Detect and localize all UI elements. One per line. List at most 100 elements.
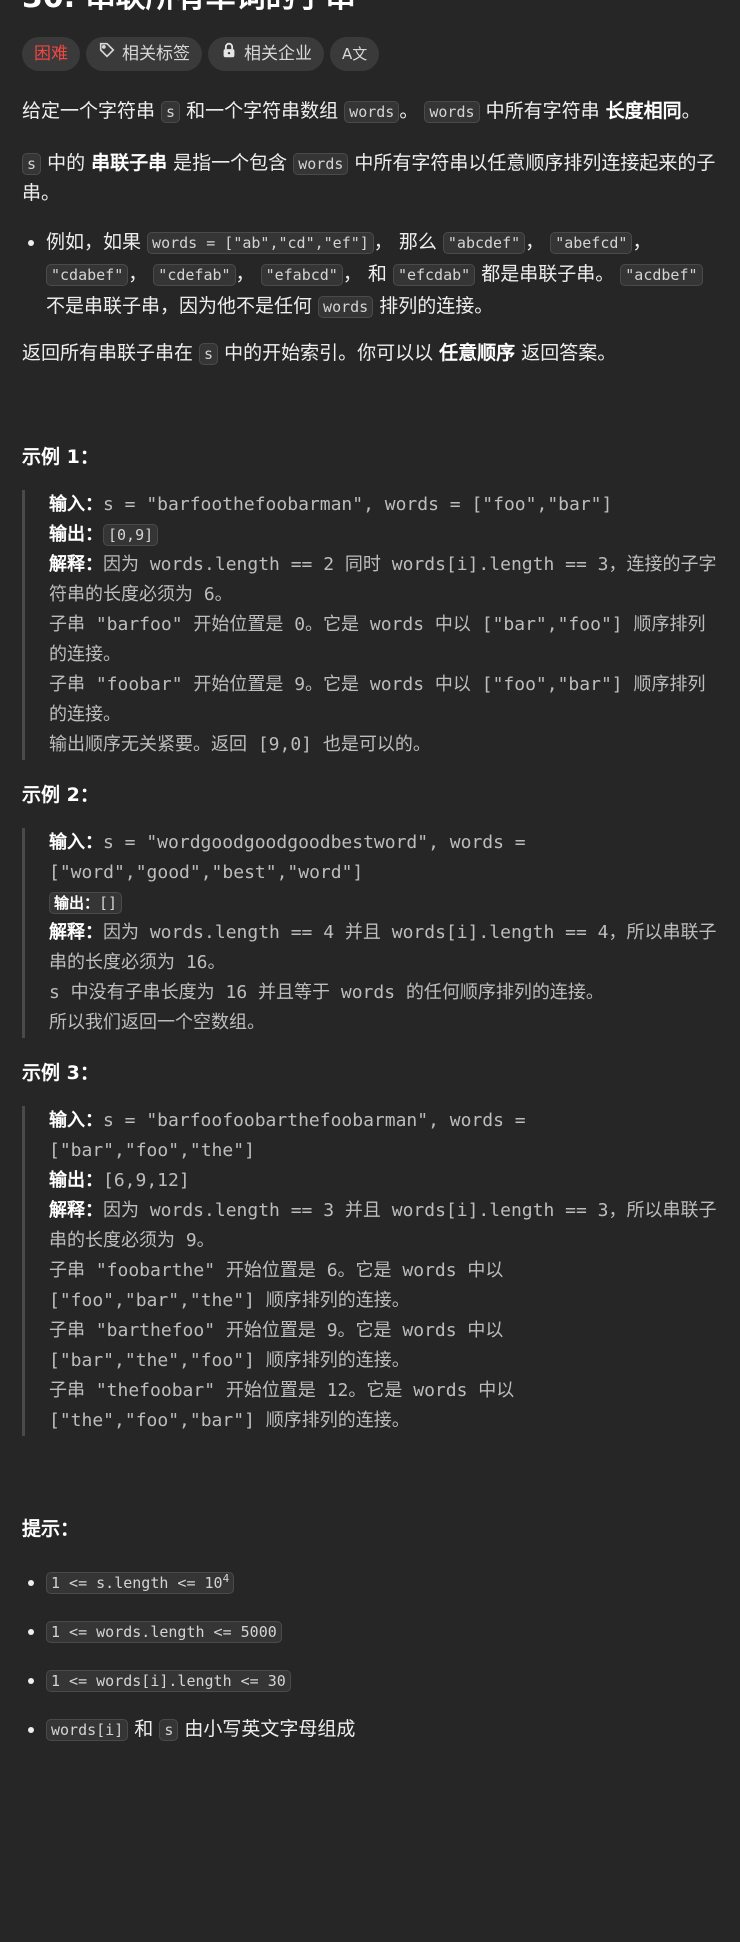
text: 中的开始索引。你可以以 xyxy=(218,342,440,364)
related-tags-label: 相关标签 xyxy=(122,44,190,64)
text: 排列的连接。 xyxy=(373,295,494,317)
inline-code: 1 <= s.length <= 104 xyxy=(46,1572,235,1594)
tag-icon xyxy=(98,39,116,69)
inline-code: words xyxy=(318,296,374,318)
difficulty-badge[interactable]: 困难 xyxy=(22,37,80,71)
inline-code: 1 <= words[i].length <= 30 xyxy=(46,1670,291,1692)
inline-code: words xyxy=(344,101,400,123)
hints-title: 提示： xyxy=(22,1518,80,1540)
text: 是指一个包含 xyxy=(167,152,294,174)
output-value: [0,9] xyxy=(103,524,159,546)
explain-line: 子串 "thefoobar" 开始位置是 12。它是 words 中以 ["th… xyxy=(49,1380,515,1431)
text: 给定一个字符串 xyxy=(22,100,162,122)
inline-code: "cdefab" xyxy=(153,264,236,286)
input-label: 输入： xyxy=(49,494,103,515)
hint-item: words[i] 和 s 由小写英文字母组成 xyxy=(46,1713,718,1745)
lock-icon xyxy=(220,39,238,69)
explain-label: 解释： xyxy=(49,1200,103,1221)
example-title: 示例 3： xyxy=(22,1062,99,1084)
explain-line: s 中没有子串长度为 16 并且等于 words 的任何顺序排列的连接。 xyxy=(49,982,604,1003)
description-paragraph: 给定一个字符串 s 和一个字符串数组 words。 words 中所有字符串 长… xyxy=(22,96,718,126)
inline-code: words[i] xyxy=(46,1719,129,1741)
bold-text: 串联子串 xyxy=(91,152,168,174)
list-item: 例如，如果 words = ["ab","cd","ef"]， 那么 "abcd… xyxy=(46,226,718,322)
example-title: 示例 2： xyxy=(22,784,99,806)
text: 1 <= s.length <= 10 xyxy=(51,1574,223,1592)
text: 都是串联子串。 xyxy=(475,263,621,285)
example-block: 输入：s = "wordgoodgoodgoodbestword", words… xyxy=(22,828,718,1038)
inline-code: "cdabef" xyxy=(46,264,129,286)
inline-code: words xyxy=(293,153,349,175)
inline-code: "abefcd" xyxy=(550,232,633,254)
output-value: [6,9,12] xyxy=(103,1170,190,1191)
text: ， 那么 xyxy=(373,231,443,253)
inline-code: "acdbef" xyxy=(620,264,703,286)
explain-line: 子串 "foobar" 开始位置是 9。它是 words 中以 ["foo","… xyxy=(49,674,706,725)
text: 中所有字符串 xyxy=(479,100,606,122)
hint-item: 1 <= words.length <= 5000 xyxy=(46,1615,718,1647)
difficulty-label: 困难 xyxy=(34,44,68,64)
input-value: s = "barfoofoobarthefoobarman", words = … xyxy=(49,1110,526,1161)
output-label: 输出： xyxy=(54,894,100,912)
output-block: 输出：[] xyxy=(49,892,123,914)
input-label: 输入： xyxy=(49,832,103,853)
inline-code: "efcdab" xyxy=(392,264,476,286)
inline-code: 1 <= words.length <= 5000 xyxy=(46,1621,282,1643)
superscript: 4 xyxy=(222,1572,230,1585)
translate-button[interactable]: A文 xyxy=(330,37,380,71)
explain-line: 输出顺序无关紧要。返回 [9,0] 也是可以的。 xyxy=(49,734,431,755)
text: ， 和 xyxy=(342,263,393,285)
example-block: 输入：s = "barfoofoobarthefoobarman", words… xyxy=(22,1106,718,1436)
output-value: [] xyxy=(99,894,118,912)
text: 由小写英文字母组成 xyxy=(178,1718,356,1740)
inline-code: s xyxy=(161,101,181,123)
explain-line: 所以我们返回一个空数组。 xyxy=(49,1012,265,1033)
tag-bar: 困难 相关标签 相关企业 A文 xyxy=(22,37,380,71)
input-value: s = "wordgoodgoodgoodbestword", words = … xyxy=(49,832,526,883)
text: 不是串联子串，因为他不是任何 xyxy=(46,295,319,317)
hint-item: 1 <= words[i].length <= 30 xyxy=(46,1664,718,1696)
description-paragraph: s 中的 串联子串 是指一个包含 words 中所有字符串以任意顺序排列连接起来… xyxy=(22,148,718,208)
text: 和一个字符串数组 xyxy=(180,100,345,122)
bold-text: 任意顺序 xyxy=(439,342,516,364)
explain-label: 解释： xyxy=(49,554,103,575)
hints-list: 1 <= s.length <= 104 1 <= words.length <… xyxy=(22,1566,718,1745)
text: 例如，如果 xyxy=(46,231,148,253)
text: ， xyxy=(632,231,652,253)
text: ， xyxy=(235,263,261,285)
inline-code: "abcdef" xyxy=(442,232,526,254)
output-label: 输出： xyxy=(49,1170,103,1191)
explain-line: 子串 "foobarthe" 开始位置是 6。它是 words 中以 ["foo… xyxy=(49,1260,504,1311)
inline-code: words = ["ab","cd","ef"] xyxy=(147,232,374,254)
explain-label: 解释： xyxy=(49,922,103,943)
related-tags-button[interactable]: 相关标签 xyxy=(86,37,202,71)
description-paragraph: 返回所有串联子串在 s 中的开始索引。你可以以 任意顺序 返回答案。 xyxy=(22,338,718,368)
explain-line: 子串 "barthefoo" 开始位置是 9。它是 words 中以 ["bar… xyxy=(49,1320,504,1371)
text: 返回所有串联子串在 xyxy=(22,342,200,364)
hint-item: 1 <= s.length <= 104 xyxy=(46,1566,718,1598)
explain-line: 因为 words.length == 4 并且 words[i].length … xyxy=(49,922,717,973)
example-block: 输入：s = "barfoothefoobarman", words = ["f… xyxy=(22,490,718,760)
bold-text: 长度相同 xyxy=(605,100,682,122)
inline-code: s xyxy=(22,153,42,175)
related-companies-label: 相关企业 xyxy=(244,44,312,64)
text: ， xyxy=(525,231,551,253)
inline-code: s xyxy=(159,1719,179,1741)
page-title: 30. 串联所有单词的子串 xyxy=(22,0,356,18)
output-label: 输出： xyxy=(49,524,103,545)
translate-icon: A文 xyxy=(342,45,368,63)
text: 。 xyxy=(681,100,701,122)
related-companies-button[interactable]: 相关企业 xyxy=(208,37,324,71)
explain-line: 因为 words.length == 3 并且 words[i].length … xyxy=(49,1200,717,1251)
text: ， xyxy=(128,263,154,285)
explain-line: 因为 words.length == 2 同时 words[i].length … xyxy=(49,554,717,605)
input-value: s = "barfoothefoobarman", words = ["foo"… xyxy=(103,494,613,515)
inline-code: "efabcd" xyxy=(260,264,343,286)
inline-code: s xyxy=(199,343,219,365)
text: 。 xyxy=(399,100,425,122)
example-title: 示例 1： xyxy=(22,446,99,468)
text: 中的 xyxy=(41,152,92,174)
explain-line: 子串 "barfoo" 开始位置是 0。它是 words 中以 ["bar","… xyxy=(49,614,706,665)
input-label: 输入： xyxy=(49,1110,103,1131)
example-bullet-list: 例如，如果 words = ["ab","cd","ef"]， 那么 "abcd… xyxy=(22,226,718,322)
